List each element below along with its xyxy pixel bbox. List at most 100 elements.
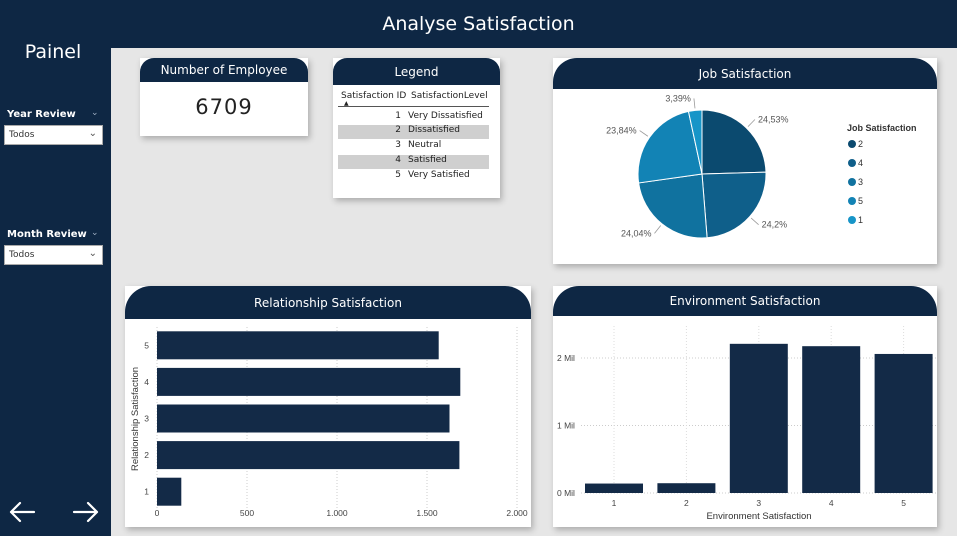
row-id: 1	[395, 111, 401, 121]
year-review-value: Todos	[9, 130, 35, 140]
year-review-collapse-icon[interactable]: ⌄	[91, 108, 99, 118]
page-title: Analyse Satisfaction	[382, 13, 575, 35]
kpi-title: Number of Employee	[140, 58, 308, 82]
forward-arrow-icon[interactable]	[71, 497, 101, 527]
relationship-satisfaction-title: Relationship Satisfaction	[125, 286, 531, 319]
pie-leader-line	[750, 217, 759, 226]
row-level: Dissatisfied	[408, 125, 460, 135]
pie-data-label: 23,84%	[606, 126, 637, 136]
x-tick-label: 3	[756, 498, 761, 508]
pie-legend-title: Job Satisfaction	[847, 123, 917, 133]
kpi-title-text: Number of Employee	[160, 63, 288, 77]
legend-table: Satisfaction ID ▲ SatisfactionLevel 1 Ve…	[333, 58, 500, 198]
job-satisfaction-title: Job Satisfaction	[553, 58, 937, 89]
legend-item-4[interactable]: 4	[858, 158, 863, 168]
table-row[interactable]: 1 Very Dissatisfied	[338, 111, 489, 125]
table-row[interactable]: 2 Dissatisfied	[338, 125, 489, 139]
row-id: 4	[395, 155, 401, 165]
table-row[interactable]: 3 Neutral	[338, 140, 489, 154]
chevron-down-icon: ⌄	[88, 128, 97, 139]
bar-5[interactable]	[157, 331, 439, 360]
x-tick-label: 4	[829, 498, 834, 508]
pie-slice-2[interactable]	[701, 109, 767, 175]
y-axis-title: Relationship Satisfaction	[130, 367, 141, 471]
back-arrow-icon[interactable]	[7, 497, 37, 527]
x-tick-label: 1.000	[326, 508, 348, 518]
row-id: 3	[395, 140, 401, 150]
bar-3[interactable]	[157, 404, 450, 433]
environment-satisfaction-card: Environment Satisfaction 0 Mil 1 Mil 2 Mil…	[553, 286, 937, 527]
row-level: Neutral	[408, 140, 442, 150]
legend-marker-4[interactable]	[848, 159, 856, 167]
table-row[interactable]: 5 Very Satisfied	[338, 170, 489, 184]
column-header-satisfaction-level[interactable]: SatisfactionLevel	[411, 91, 488, 101]
y-tick-label: 2 Mil	[557, 353, 575, 363]
y-tick-label: 4	[144, 377, 149, 387]
legend-marker-5[interactable]	[848, 197, 856, 205]
x-tick-label: 1.500	[416, 508, 438, 518]
y-tick-label: 1 Mil	[557, 421, 575, 431]
bar-5[interactable]	[874, 353, 933, 493]
legend-marker-1[interactable]	[848, 216, 856, 224]
bar-4[interactable]	[157, 367, 461, 396]
legend-marker-2[interactable]	[848, 140, 856, 148]
pie-leader-line	[639, 130, 649, 137]
year-review-label: Year Review	[7, 109, 76, 120]
legend-item-5[interactable]: 5	[858, 196, 863, 206]
x-tick-label: 5	[901, 498, 906, 508]
bar-3[interactable]	[729, 343, 788, 493]
bar-2[interactable]	[657, 483, 716, 493]
row-id: 5	[395, 170, 401, 180]
month-review-value: Todos	[9, 250, 35, 260]
x-tick-label: 500	[240, 508, 254, 518]
x-axis-title: Environment Satisfaction	[706, 511, 811, 522]
month-review-label: Month Review	[7, 229, 87, 240]
environment-satisfaction-title: Environment Satisfaction	[553, 286, 937, 316]
x-tick-label: 0	[155, 508, 160, 518]
pie-leader-line	[654, 225, 662, 234]
pie-data-label: 24,2%	[762, 220, 788, 230]
legend-card: Legend Satisfaction ID ▲ SatisfactionLev…	[333, 58, 500, 198]
table-row[interactable]: 4 Satisfied	[338, 155, 489, 169]
row-level: Very Satisfied	[408, 170, 470, 180]
month-review-dropdown[interactable]: Todos ⌄	[4, 245, 103, 265]
sidebar: Painel Year Review ⌄ Todos ⌄ Month Revie…	[0, 0, 111, 536]
pie-data-label: 24,53%	[758, 114, 789, 124]
pie-leader-line	[693, 98, 696, 109]
legend-marker-3[interactable]	[848, 178, 856, 186]
y-tick-label: 1	[144, 487, 149, 497]
x-tick-label: 1	[612, 498, 617, 508]
row-level: Very Dissatisfied	[408, 111, 483, 121]
y-tick-label: 0 Mil	[557, 488, 575, 498]
environment-satisfaction-title-text: Environment Satisfaction	[669, 294, 821, 308]
chevron-down-icon: ⌄	[88, 248, 97, 259]
legend-item-3[interactable]: 3	[858, 177, 863, 187]
year-review-dropdown[interactable]: Todos ⌄	[4, 125, 103, 145]
relationship-satisfaction-title-text: Relationship Satisfaction	[254, 295, 402, 310]
kpi-value: 6709	[195, 95, 253, 119]
legend-item-2[interactable]: 2	[858, 139, 863, 149]
row-id: 2	[395, 125, 401, 135]
row-level: Satisfied	[408, 155, 447, 165]
y-tick-label: 3	[144, 414, 149, 424]
bar-1[interactable]	[585, 483, 643, 493]
legend-item-1[interactable]: 1	[858, 215, 863, 225]
bar-2[interactable]	[157, 441, 460, 470]
x-tick-label: 2	[684, 498, 689, 508]
environment-satisfaction-bar-chart: 0 Mil 1 Mil 2 Mil 1 2 3 4 5 Environment Satisfac…	[557, 326, 937, 522]
sidebar-title: Painel	[24, 41, 82, 63]
pie-data-label: 24,04%	[621, 228, 652, 238]
bar-4[interactable]	[802, 346, 861, 493]
job-satisfaction-card: Job Satisfaction 24,53% 24,2% 24,04% 23,84%…	[553, 58, 937, 264]
pie-slice-4[interactable]	[701, 171, 767, 239]
month-review-collapse-icon[interactable]: ⌄	[91, 228, 99, 238]
relationship-satisfaction-card: Relationship Satisfaction 0 500 1.000 1.500…	[125, 286, 531, 527]
relationship-satisfaction-bar-chart: 0 500 1.000 1.500 2.000 5 4 3 2 1 Relationship Sat…	[130, 327, 528, 518]
top-bar: Analyse Satisfaction	[0, 0, 957, 48]
kpi-card: Number of Employee 6709	[140, 58, 308, 136]
bar-1[interactable]	[157, 477, 182, 506]
pie-leader-line	[747, 119, 756, 127]
y-tick-label: 5	[144, 340, 149, 350]
column-header-satisfaction-id[interactable]: Satisfaction ID	[341, 91, 406, 101]
header-divider	[338, 106, 489, 107]
